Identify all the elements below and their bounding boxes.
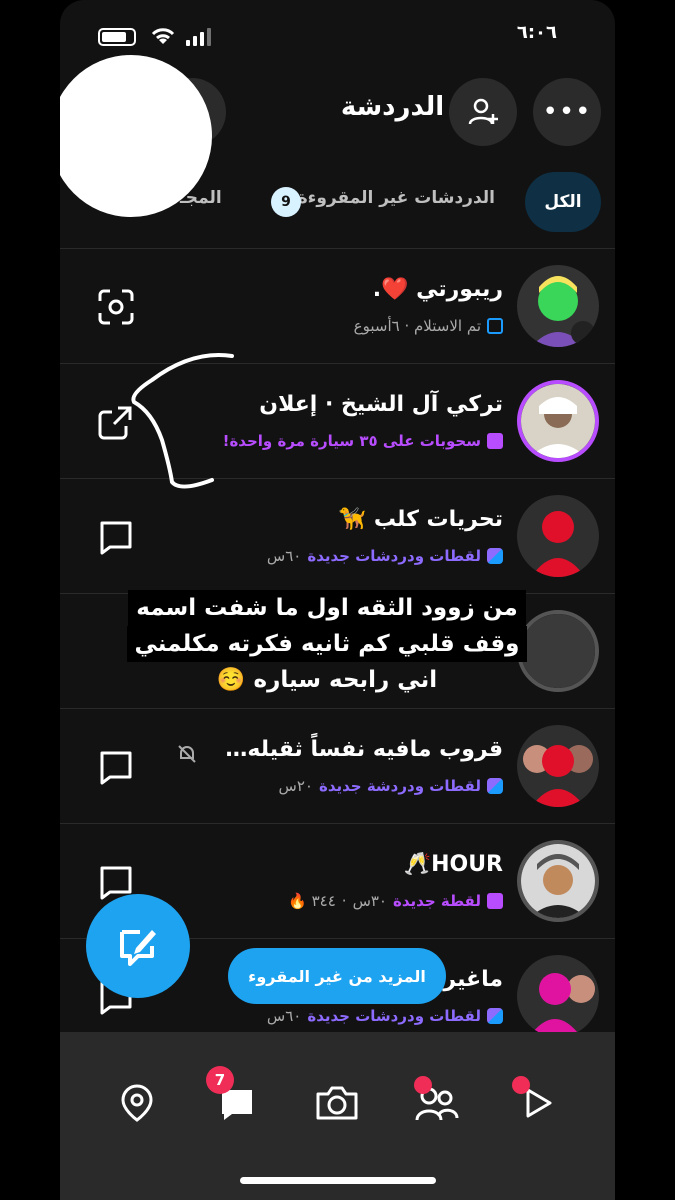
chat-status: لقطات ودردشة جديدة ٢٠س xyxy=(279,777,503,795)
chat-status: لقطة جديدة ٣٠س · ٣٤٤ 🔥 xyxy=(288,892,503,910)
nav-camera[interactable] xyxy=(312,1078,362,1128)
hand-drawn-scribble xyxy=(131,353,234,489)
chat-status: تم الاستلام · ٦أسبوع xyxy=(354,317,503,335)
chat-screen: ٦:٠٦ الدردشة ••• الكل الدردشات غير المقر… xyxy=(60,0,615,1200)
notification-dot xyxy=(414,1076,432,1094)
snaps-and-chats-icon xyxy=(487,778,503,794)
bottom-nav: 7 xyxy=(60,1032,615,1200)
chat-name: قروب مافيه نفساً ثقيله… xyxy=(225,737,503,762)
unread-count-badge: 9 xyxy=(271,187,301,217)
snaps-and-chats-icon xyxy=(487,1008,503,1024)
add-friend-button[interactable] xyxy=(449,78,517,146)
chat-row[interactable]: ريبورتي ❤️. تم الاستلام · ٦أسبوع xyxy=(60,248,615,363)
chat-row[interactable]: تحريات كلب 🦮 لقطات ودردشات جديدة ٦٠س xyxy=(60,478,615,593)
chat-name: ماغير xyxy=(443,967,503,992)
notification-dot xyxy=(512,1076,530,1094)
status-bar: ٦:٠٦ xyxy=(60,22,615,52)
avatar xyxy=(517,840,599,922)
tab-all[interactable]: الكل xyxy=(525,172,601,232)
cellular-icon xyxy=(186,28,212,46)
chat-name: تركي آل الشيخ · إعلان xyxy=(259,392,503,417)
chat-status: لقطات ودردشات جديدة ٦٠س xyxy=(267,547,503,565)
map-pin-icon xyxy=(121,1084,153,1122)
compose-icon xyxy=(120,930,156,966)
new-chat-button[interactable] xyxy=(86,894,190,998)
caption-line: من زوود الثقه اول ما شفت اسمه xyxy=(128,590,526,626)
nav-map[interactable] xyxy=(112,1078,162,1128)
story-caption: من زوود الثقه اول ما شفت اسمه وقف قلبي ك… xyxy=(82,590,572,698)
add-friend-icon xyxy=(468,98,498,125)
chat-status: سحوبات على ٣٥ سيارة مرة واحدة! xyxy=(223,432,503,450)
snaps-and-chats-icon xyxy=(487,548,503,564)
avatar xyxy=(517,955,599,1037)
ellipsis-icon: ••• xyxy=(542,97,592,127)
chat-name: HOUR🥂 xyxy=(403,852,503,877)
chat-icon[interactable] xyxy=(96,747,136,787)
caption-line: وقف قلبي كم ثانيه فكرته مكلمني xyxy=(126,626,528,662)
chat-status: لقطات ودردشات جديدة ٦٠س xyxy=(267,1007,503,1025)
muted-bell-icon xyxy=(176,743,198,769)
camera-icon xyxy=(316,1086,358,1120)
caption-line: اني رابحه سياره ☺️ xyxy=(216,667,438,693)
avatar xyxy=(517,725,599,807)
snap-icon xyxy=(487,893,503,909)
battery-icon xyxy=(98,28,136,46)
received-chat-icon xyxy=(487,318,503,334)
camera-scan-icon[interactable] xyxy=(96,287,136,327)
wifi-icon xyxy=(150,26,176,51)
avatar xyxy=(517,380,599,462)
chat-icon[interactable] xyxy=(96,517,136,557)
chat-row[interactable]: قروب مافيه نفساً ثقيله… لقطات ودردشة جدي… xyxy=(60,708,615,823)
chat-name: تحريات كلب 🦮 xyxy=(338,507,503,532)
avatar xyxy=(517,265,599,347)
snap-icon xyxy=(487,433,503,449)
more-button[interactable]: ••• xyxy=(533,78,601,146)
status-time: ٦:٠٦ xyxy=(516,22,557,43)
streak-count: ٣٤٤ 🔥 xyxy=(288,892,336,910)
avatar xyxy=(517,495,599,577)
home-indicator xyxy=(240,1177,436,1184)
more-unread-button[interactable]: المزيد من غير المقروء xyxy=(228,948,446,1004)
chat-name: ريبورتي ❤️. xyxy=(372,277,503,302)
tab-unread[interactable]: الدردشات غير المقروءة xyxy=(298,188,495,208)
chat-badge: 7 xyxy=(206,1066,234,1094)
